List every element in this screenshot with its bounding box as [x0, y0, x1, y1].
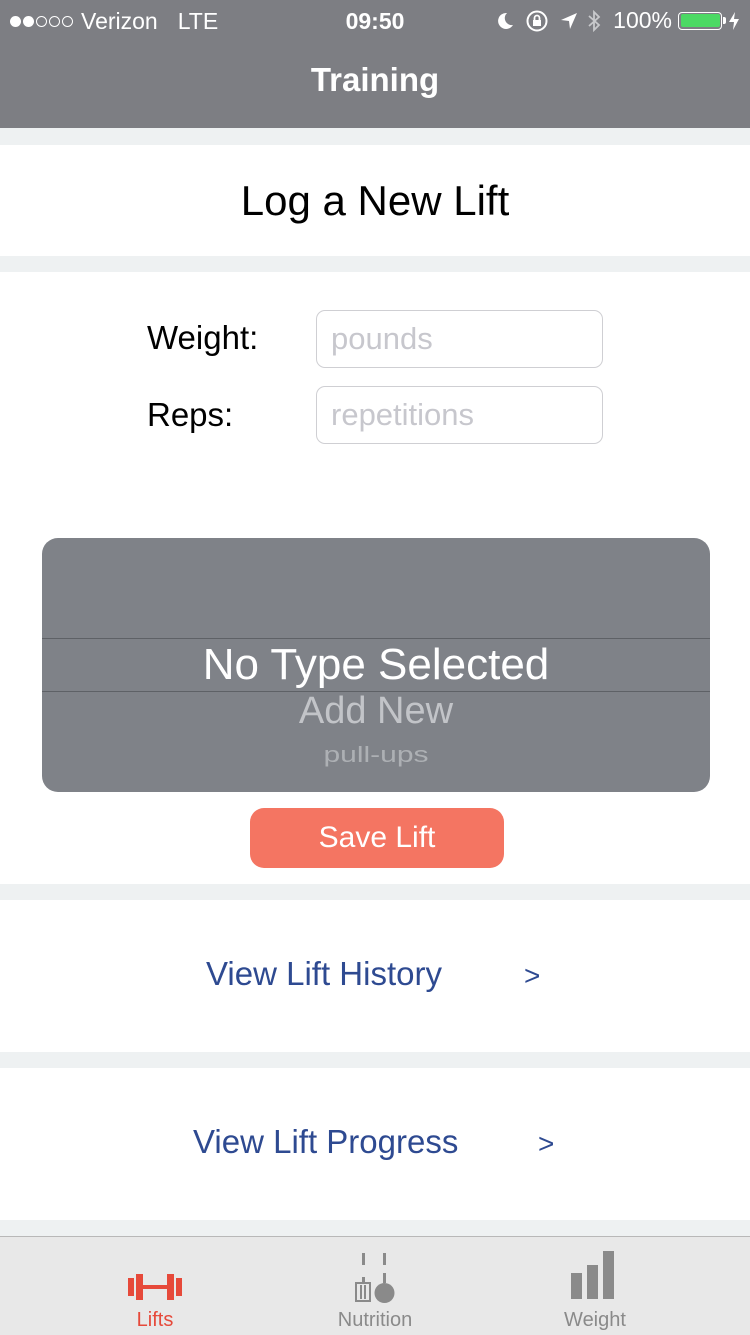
reps-label: Reps: [147, 396, 234, 433]
save-lift-button[interactable]: Save Lift [250, 808, 504, 868]
status-right: 100% [495, 7, 740, 34]
tab-weight[interactable]: Weight [470, 1237, 720, 1335]
chevron-right-icon[interactable]: > [524, 960, 540, 992]
battery-percent: 100% [613, 7, 672, 33]
picker-option-pull-ups[interactable]: pull-ups [42, 742, 710, 768]
log-title-panel: Log a New Lift [0, 145, 750, 256]
view-lift-history-link[interactable]: View Lift History > [0, 900, 750, 1052]
weight-input[interactable] [316, 310, 603, 368]
tab-label-weight: Weight [564, 1309, 626, 1331]
tab-nutrition[interactable]: Nutrition [250, 1237, 500, 1335]
dumbbell-icon [128, 1274, 182, 1300]
charging-bolt-icon [729, 11, 739, 30]
tab-bar: Lifts Nutrition Weight [0, 1236, 750, 1335]
page-title: Log a New Lift [240, 177, 510, 224]
picker-selection-top-line [42, 638, 710, 639]
view-lift-progress-label[interactable]: View Lift Progress [193, 1123, 458, 1161]
bluetooth-icon [588, 9, 601, 32]
weight-label: Weight: [147, 319, 259, 356]
tab-label-nutrition: Nutrition [337, 1309, 413, 1331]
moon-icon [498, 12, 514, 29]
bar-chart-icon [571, 1251, 614, 1299]
nav-title: Training [310, 61, 440, 98]
chevron-right-icon[interactable]: > [538, 1128, 554, 1160]
view-lift-history-label[interactable]: View Lift History [206, 955, 442, 993]
view-lift-progress-link[interactable]: View Lift Progress > [0, 1068, 750, 1220]
status-bar: Verizon LTE 09:50 100% [0, 0, 750, 40]
signal-strength-icon [10, 16, 75, 27]
picker-selected-option[interactable]: No Type Selected [42, 640, 710, 690]
status-left: Verizon LTE [10, 8, 218, 35]
tab-lifts[interactable]: Lifts [30, 1237, 280, 1335]
network-type: LTE [177, 8, 219, 34]
fork-spoon-icon [355, 1253, 395, 1303]
reps-input[interactable] [316, 386, 603, 444]
battery-icon [678, 11, 726, 30]
location-arrow-icon [561, 12, 578, 29]
picker-option-add-new[interactable]: Add New [42, 690, 710, 733]
rotation-lock-icon [526, 10, 548, 31]
battery-fill [680, 14, 720, 27]
lift-type-picker[interactable]: No Type Selected Add New pull-ups [42, 538, 710, 792]
tab-label-lifts: Lifts [136, 1309, 174, 1331]
navigation-bar: Training [0, 40, 750, 128]
lift-form: Weight: Reps: No Type Selected Add New p… [0, 272, 750, 884]
carrier-name: Verizon [81, 8, 158, 34]
